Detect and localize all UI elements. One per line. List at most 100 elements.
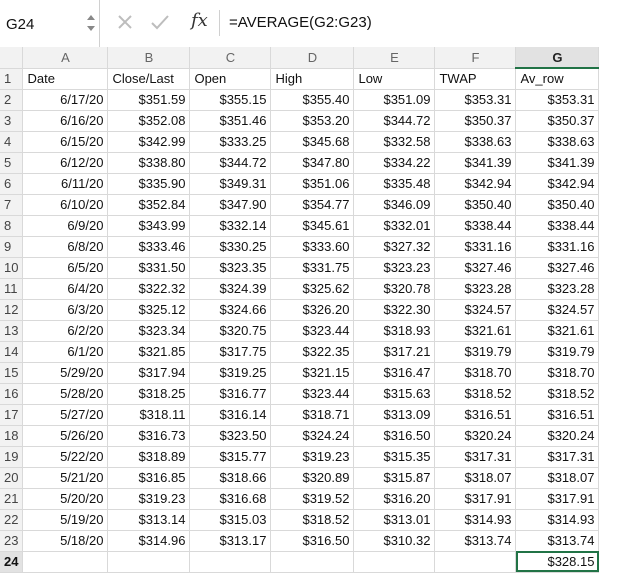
cell-d8[interactable]: $345.61 [270,215,355,237]
row-header[interactable]: 17 [0,404,24,426]
cell-a20[interactable]: 5/21/20 [22,467,109,489]
cell-a15[interactable]: 5/29/20 [22,362,109,384]
cell-a1[interactable]: Date [22,68,109,90]
cell-f19[interactable]: $317.31 [434,446,517,468]
cell-g14[interactable]: $319.79 [515,341,600,363]
cell-b10[interactable]: $331.50 [107,257,191,279]
cell-a16[interactable]: 5/28/20 [22,383,109,405]
row-header[interactable]: 22 [0,509,24,531]
cell-a21[interactable]: 5/20/20 [22,488,109,510]
cell-e2[interactable]: $351.09 [353,89,436,111]
cell-c5[interactable]: $344.72 [189,152,272,174]
cell-d12[interactable]: $326.20 [270,299,355,321]
cell-e16[interactable]: $315.63 [353,383,436,405]
cell-c6[interactable]: $349.31 [189,173,272,195]
cell-a9[interactable]: 6/8/20 [22,236,109,258]
cell-c1[interactable]: Open [189,68,272,90]
row-header[interactable]: 6 [0,173,24,195]
cell-a18[interactable]: 5/26/20 [22,425,109,447]
column-header-a[interactable]: A [22,47,109,69]
row-header[interactable]: 2 [0,89,24,111]
cell-e13[interactable]: $318.93 [353,320,436,342]
cell-f20[interactable]: $318.07 [434,467,517,489]
cell-b20[interactable]: $316.85 [107,467,191,489]
column-header-c[interactable]: C [189,47,272,69]
cell-a6[interactable]: 6/11/20 [22,173,109,195]
cell-c3[interactable]: $351.46 [189,110,272,132]
cell-c11[interactable]: $324.39 [189,278,272,300]
cell-b9[interactable]: $333.46 [107,236,191,258]
cell-c4[interactable]: $333.25 [189,131,272,153]
row-header[interactable]: 13 [0,320,24,342]
cell-g4[interactable]: $338.63 [515,131,600,153]
row-header[interactable]: 8 [0,215,24,237]
cell-f2[interactable]: $353.31 [434,89,517,111]
cell-a24[interactable] [22,551,109,573]
cell-c8[interactable]: $332.14 [189,215,272,237]
row-header[interactable]: 11 [0,278,24,300]
cell-c10[interactable]: $323.35 [189,257,272,279]
cell-g24[interactable]: $328.15 [515,551,600,573]
cell-f7[interactable]: $350.40 [434,194,517,216]
cell-e7[interactable]: $346.09 [353,194,436,216]
cell-b11[interactable]: $322.32 [107,278,191,300]
row-header[interactable]: 10 [0,257,24,279]
cell-g17[interactable]: $316.51 [515,404,600,426]
cell-d5[interactable]: $347.80 [270,152,355,174]
cell-d11[interactable]: $325.62 [270,278,355,300]
cell-b14[interactable]: $321.85 [107,341,191,363]
cell-e5[interactable]: $334.22 [353,152,436,174]
name-box[interactable]: G24 [0,0,100,47]
cell-c15[interactable]: $319.25 [189,362,272,384]
cell-f24[interactable] [434,551,517,573]
cell-f4[interactable]: $338.63 [434,131,517,153]
cell-e18[interactable]: $316.50 [353,425,436,447]
cell-g10[interactable]: $327.46 [515,257,600,279]
cell-e17[interactable]: $313.09 [353,404,436,426]
row-header[interactable]: 20 [0,467,24,489]
cell-c9[interactable]: $330.25 [189,236,272,258]
cell-b5[interactable]: $338.80 [107,152,191,174]
cell-a23[interactable]: 5/18/20 [22,530,109,552]
cell-f11[interactable]: $323.28 [434,278,517,300]
cell-a7[interactable]: 6/10/20 [22,194,109,216]
cell-f9[interactable]: $331.16 [434,236,517,258]
cell-a5[interactable]: 6/12/20 [22,152,109,174]
cell-d4[interactable]: $345.68 [270,131,355,153]
cell-f1[interactable]: TWAP [434,68,517,90]
cell-a2[interactable]: 6/17/20 [22,89,109,111]
cell-c18[interactable]: $323.50 [189,425,272,447]
cell-a11[interactable]: 6/4/20 [22,278,109,300]
cell-f10[interactable]: $327.46 [434,257,517,279]
cell-f21[interactable]: $317.91 [434,488,517,510]
name-box-dropdown-icon[interactable] [86,12,96,34]
cell-b19[interactable]: $318.89 [107,446,191,468]
cell-c20[interactable]: $318.66 [189,467,272,489]
cell-c16[interactable]: $316.77 [189,383,272,405]
cell-b16[interactable]: $318.25 [107,383,191,405]
cell-c21[interactable]: $316.68 [189,488,272,510]
row-header[interactable]: 23 [0,530,24,552]
cell-b1[interactable]: Close/Last [107,68,191,90]
cell-e20[interactable]: $315.87 [353,467,436,489]
cell-e24[interactable] [353,551,436,573]
cell-g2[interactable]: $353.31 [515,89,600,111]
column-header-e[interactable]: E [353,47,436,69]
cell-e21[interactable]: $316.20 [353,488,436,510]
cell-e8[interactable]: $332.01 [353,215,436,237]
cell-c24[interactable] [189,551,272,573]
cell-a4[interactable]: 6/15/20 [22,131,109,153]
cell-d19[interactable]: $319.23 [270,446,355,468]
column-header-d[interactable]: D [270,47,355,69]
cell-d17[interactable]: $318.71 [270,404,355,426]
cell-c2[interactable]: $355.15 [189,89,272,111]
cell-b2[interactable]: $351.59 [107,89,191,111]
cell-e15[interactable]: $316.47 [353,362,436,384]
cell-a13[interactable]: 6/2/20 [22,320,109,342]
cell-e9[interactable]: $327.32 [353,236,436,258]
cell-g20[interactable]: $318.07 [515,467,600,489]
cell-f12[interactable]: $324.57 [434,299,517,321]
cell-g21[interactable]: $317.91 [515,488,600,510]
cell-g15[interactable]: $318.70 [515,362,600,384]
cell-e4[interactable]: $332.58 [353,131,436,153]
